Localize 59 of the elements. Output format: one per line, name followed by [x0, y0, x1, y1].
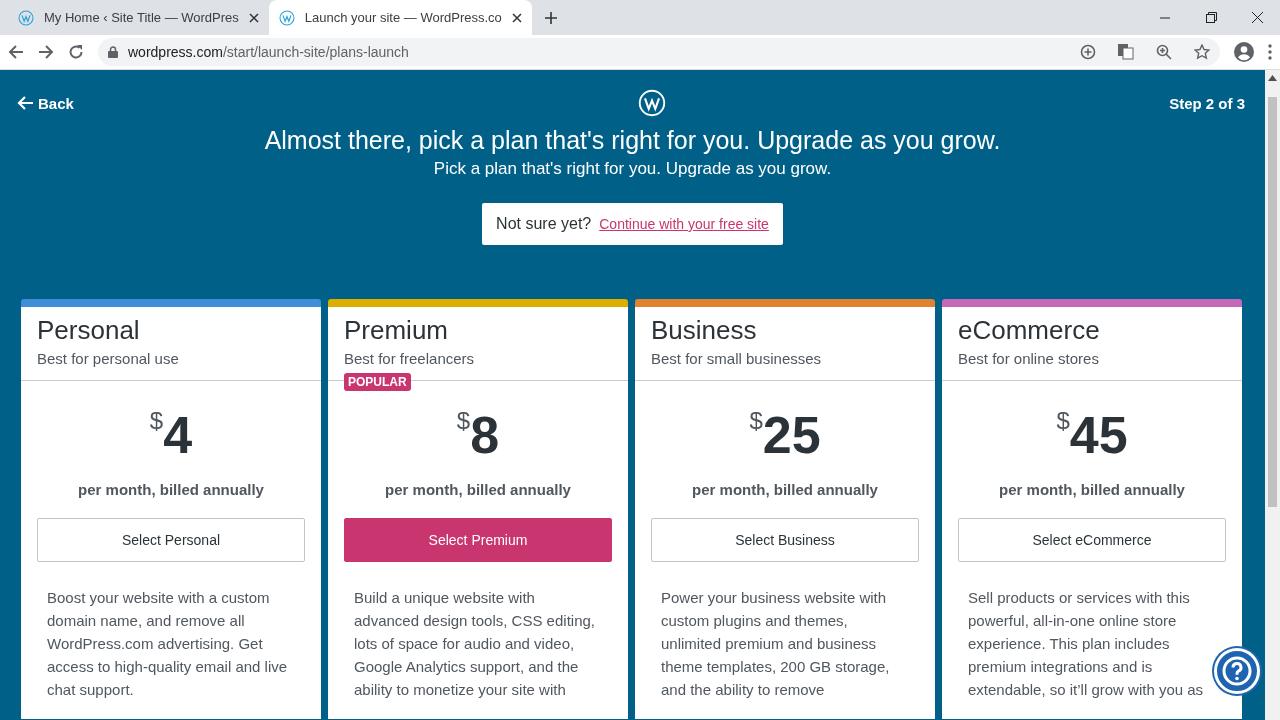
address-bar[interactable]: wordpress.com/start/launch-site/plans-launch [98, 38, 1220, 66]
back-arrow-icon [16, 95, 34, 111]
star-icon[interactable] [1194, 44, 1210, 60]
select-plan-button[interactable]: Select Business [651, 518, 919, 562]
plan-description: Build a unique website with advanced design tools, CSS editing, lots of space for audio and video, Google Analytics support, and the ability to monetize your site with [354, 588, 596, 700]
profile-icon[interactable] [1234, 42, 1254, 62]
lock-icon [108, 46, 118, 58]
plan-price: 45 [1069, 407, 1128, 461]
billing-period: per month, billed annually [691, 481, 879, 498]
new-tab-icon[interactable] [543, 10, 558, 25]
select-plan-button[interactable]: Select Premium [344, 518, 612, 562]
plan-description: Sell products or services with this powerful, all-in-one online store experience. This plan includes premium integrations and is extendable, so it’ll grow with you as [968, 588, 1205, 700]
plan-price: 25 [762, 407, 821, 461]
step-indicator: Step 2 of 3 [1169, 94, 1245, 112]
scrollbar-thumb[interactable] [1268, 97, 1277, 507]
plan-name: Personal [37, 315, 141, 346]
currency-symbol: $ [149, 407, 164, 434]
back-arrow-icon[interactable] [8, 44, 24, 60]
plan-price: 8 [470, 407, 500, 461]
reload-icon[interactable] [68, 44, 84, 60]
close-icon[interactable] [511, 12, 522, 23]
billing-period: per month, billed annually [77, 481, 265, 498]
help-button[interactable] [1214, 648, 1260, 694]
browser-tab[interactable]: Launch your site — WordPress.co [268, 0, 532, 35]
currency-symbol: $ [749, 407, 763, 434]
question-mark-icon [1222, 656, 1252, 686]
menu-icon[interactable] [1268, 44, 1272, 60]
plan-name: Business [651, 315, 758, 346]
notice-text: Not sure yet? [496, 215, 592, 233]
currency-symbol: $ [456, 407, 471, 434]
wordpress-logo-icon [278, 9, 295, 26]
forward-arrow-icon[interactable] [38, 44, 54, 60]
translate-icon[interactable] [1118, 44, 1134, 60]
plan-tagline: Best for small businesses [651, 350, 823, 367]
plan-tagline: Best for personal use [37, 350, 180, 367]
billing-period: per month, billed annually [384, 481, 572, 498]
close-icon[interactable] [248, 12, 259, 23]
plan-tagline: Best for freelancers [344, 350, 476, 367]
wordpress-logo-icon [637, 89, 666, 117]
billing-period: per month, billed annually [998, 481, 1186, 498]
currency-symbol: $ [1056, 407, 1070, 434]
wordpress-logo-icon [18, 9, 34, 26]
free-site-link[interactable]: Continue with your free site [599, 216, 769, 232]
plan-tagline: Best for online stores [958, 350, 1100, 367]
select-plan-button[interactable]: Select Personal [37, 518, 305, 562]
plan-price: 4 [163, 407, 193, 461]
back-link[interactable]: Back [16, 94, 74, 112]
browser-tab[interactable]: My Home ‹ Site Title — WordPres [8, 0, 269, 35]
popular-badge: POPULAR [344, 373, 411, 391]
scroll-up-icon[interactable] [1268, 75, 1277, 81]
plan-name: eCommerce [958, 315, 1101, 346]
page-subheading: Pick a plan that's right for you. Upgrade as you grow. [433, 159, 832, 179]
plan-description: Power your business website with custom plugins and themes, unlimited premium and business theme templates, 200 GB storage, and the ability to remove [661, 588, 891, 700]
zoom-icon[interactable] [1156, 44, 1172, 60]
plan-description: Boost your website with a custom domain name, and remove all WordPress.com advertising. Get access to high-quality email and live chat support. [47, 588, 289, 700]
add-circle-icon[interactable] [1080, 44, 1096, 60]
page-heading: Almost there, pick a plan that's right for you. Upgrade as you grow. [264, 126, 1001, 155]
select-plan-button[interactable]: Select eCommerce [958, 518, 1226, 562]
plan-name: Premium [344, 315, 449, 346]
